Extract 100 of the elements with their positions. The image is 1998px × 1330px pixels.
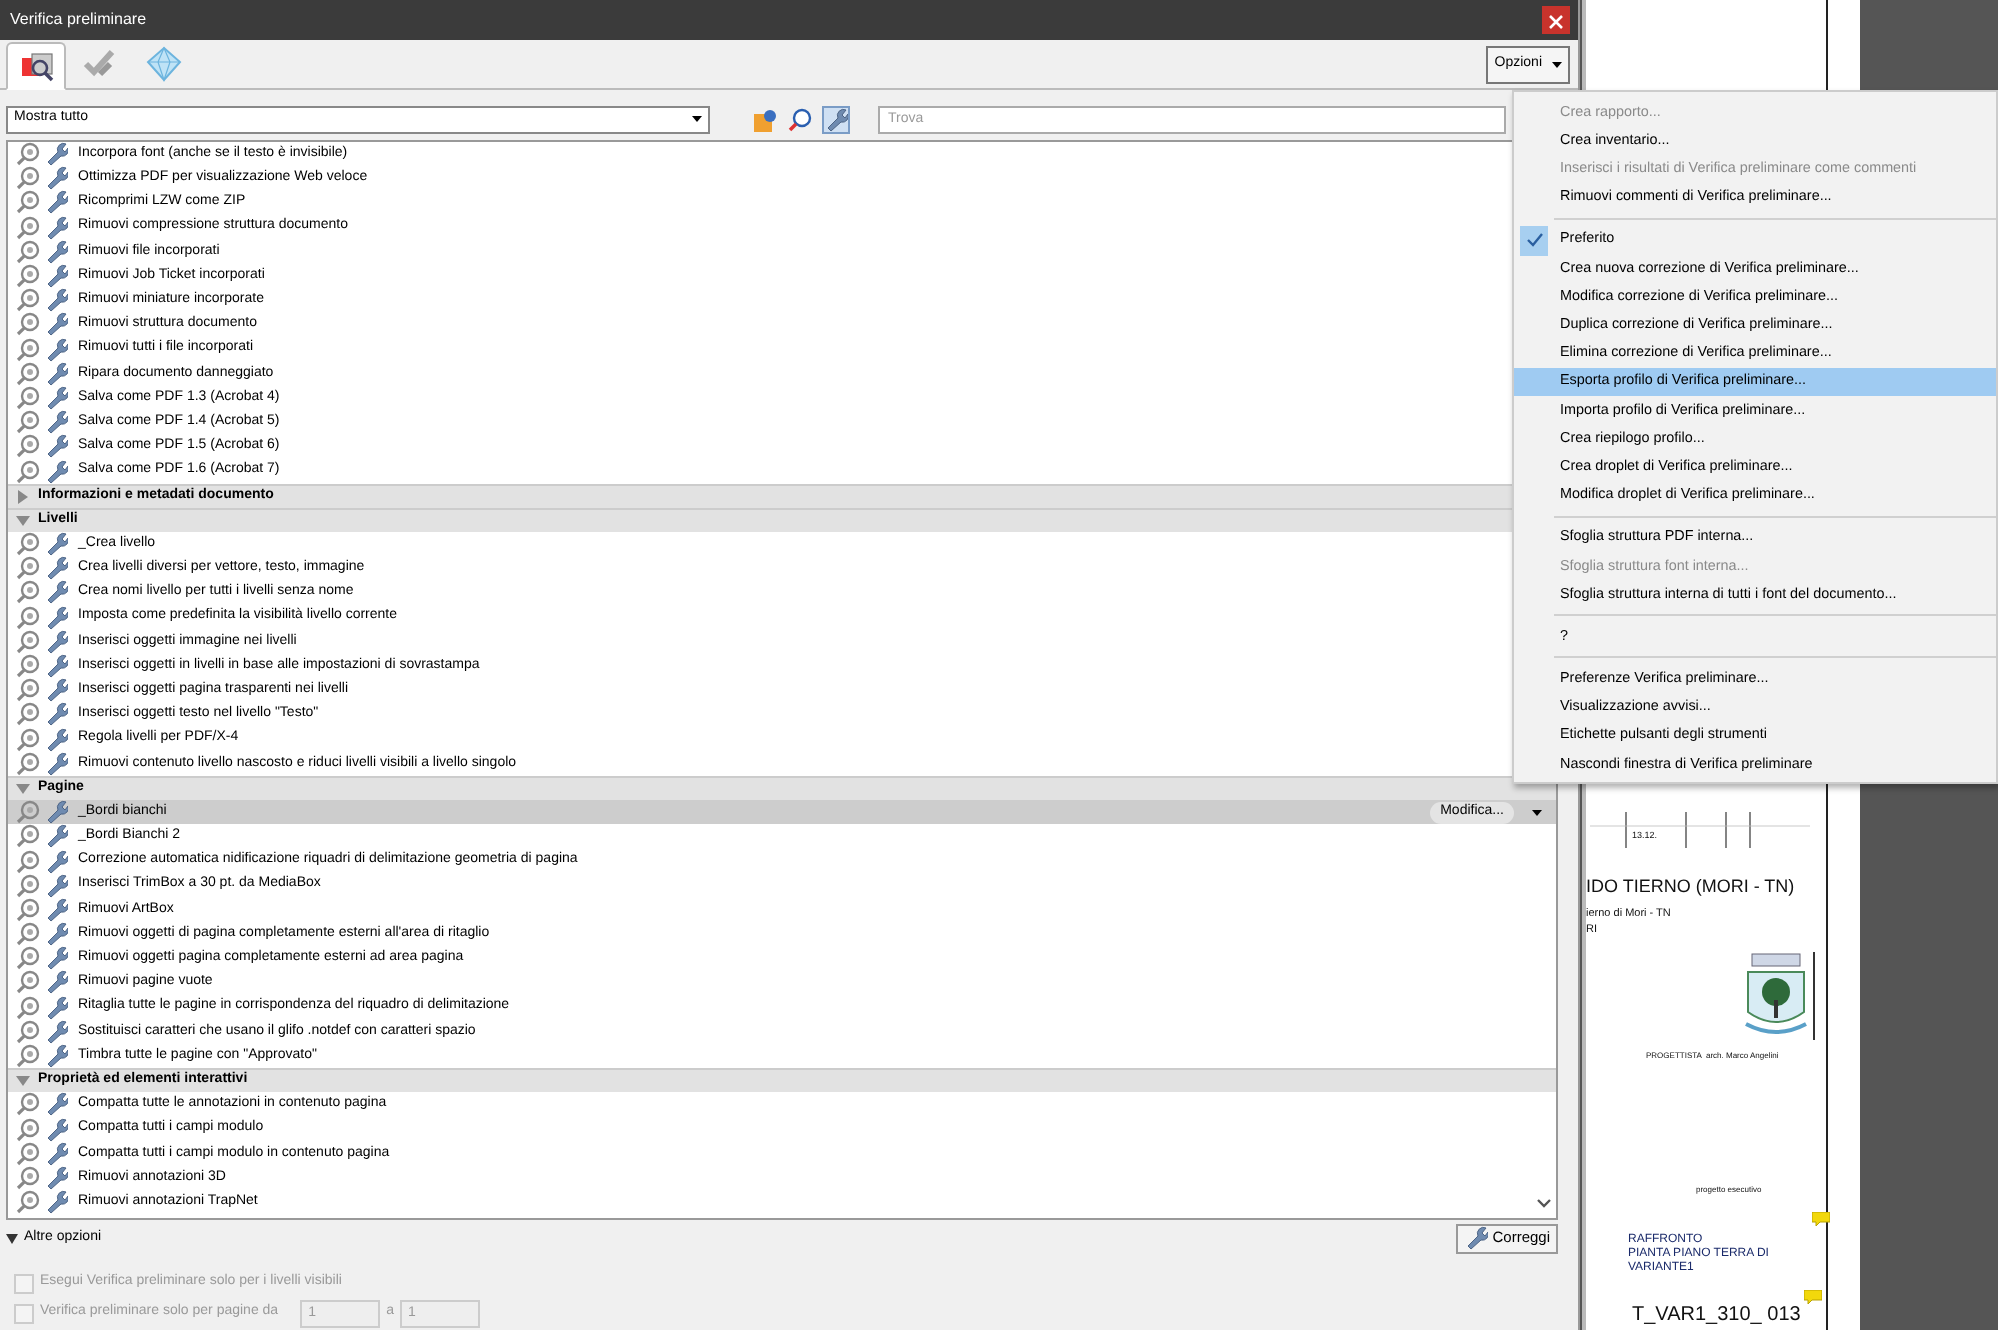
magnifier-icon [16,142,40,167]
magnifier-icon [16,385,40,410]
wrench-icon [44,1117,68,1142]
magnifier-icon [16,1019,40,1044]
magnifier-icon [16,654,40,679]
wrench-icon [44,824,68,849]
magnifier-icon [16,215,40,240]
magnifier-icon [16,190,40,215]
wrench-icon [44,1044,68,1069]
caret-icon [1552,61,1562,67]
magnifier-icon [16,995,40,1020]
wrench-icon [44,922,68,947]
wrench-icon [44,580,68,605]
collapse-icon[interactable] [6,1233,18,1243]
magnifier-icon [16,361,40,386]
magnifier-icon [16,1165,40,1190]
tab[interactable] [6,42,66,90]
magnifier-icon [16,678,40,703]
wrench-icon [44,1019,68,1044]
wrench-icon [44,873,68,898]
magnifier-icon [16,434,40,459]
magnifier-icon [16,702,40,727]
wrench-icon [44,459,68,484]
magnifier-icon [16,239,40,264]
magnifier-icon [16,166,40,191]
comment-icon[interactable] [1812,1212,1830,1226]
wrench-icon [44,654,68,679]
profile-icon [18,48,54,84]
wrench-icon [44,751,68,776]
wrench-icon [44,800,68,825]
magnifier-icon [16,1092,40,1117]
document-title: IDO TIERNO (MORI - TN) [1586,874,1795,900]
magnifier-icon [16,605,40,630]
wrench-icon [44,385,68,410]
wrench-icon [44,410,68,435]
wrench-icon [44,605,68,630]
magnifier-icon [16,1141,40,1166]
wrench-icon [824,107,848,131]
close-button[interactable] [1542,6,1570,34]
caret-icon [692,116,702,122]
search-icon [788,107,812,131]
wrench-icon [44,166,68,191]
magnifier-icon [16,580,40,605]
wrench-icon [44,142,68,167]
close-icon [1548,13,1564,30]
wrench-icon [44,264,68,289]
wrench-icon [44,239,68,264]
wrench-icon [44,190,68,215]
wrench-icon [44,946,68,971]
magnifier-icon [16,922,40,947]
magnifier-icon [16,824,40,849]
wrench-icon [44,897,68,922]
magnifier-icon [16,1044,40,1069]
wrench-icon [44,1092,68,1117]
wrench-icon [44,629,68,654]
emblem-drawing [1740,952,1816,1040]
magnifier-icon [16,556,40,581]
wrench-icon [44,727,68,752]
magnifier-icon [16,264,40,289]
wrench-icon [44,556,68,581]
wrench-icon [44,361,68,386]
magnifier-icon [16,312,40,337]
wrench-icon [44,678,68,703]
wrench-icon [44,1165,68,1190]
wrench-icon [1464,1226,1489,1250]
magnifier-icon [16,532,40,557]
wrench-icon [44,1190,68,1215]
window-title: Verifica preliminare [10,8,147,32]
wrench-icon [44,312,68,337]
magnifier-icon [16,410,40,435]
wrench-icon [44,337,68,362]
wrench-icon [44,434,68,459]
expand-icon[interactable] [16,489,30,504]
magnifier-icon [16,849,40,874]
magnifier-icon [16,751,40,776]
wrench-icon [44,1141,68,1166]
wrench-icon [44,215,68,240]
diamond-icon [146,46,182,82]
magnifier-icon [16,873,40,898]
magnifier-icon [16,1190,40,1215]
caret-icon [1531,809,1541,816]
wrench-icon [44,288,68,313]
document-code: T_VAR1_310_ 013 [1632,1302,1801,1330]
magnifier-icon [16,1117,40,1142]
magnifier-icon [16,337,40,362]
wrench-icon [44,995,68,1020]
magnifier-icon [16,897,40,922]
magnifier-icon [16,800,40,825]
magnifier-icon [16,288,40,313]
wrench-icon [44,849,68,874]
view-button[interactable] [786,105,814,133]
view-button[interactable] [822,105,850,133]
wrench-icon [44,702,68,727]
magnifier-icon [16,727,40,752]
wrench-icon [44,970,68,995]
wrench-icon [44,532,68,557]
magnifier-icon [16,946,40,971]
magnifier-icon [16,970,40,995]
magnifier-icon [16,459,40,484]
magnifier-icon [16,629,40,654]
